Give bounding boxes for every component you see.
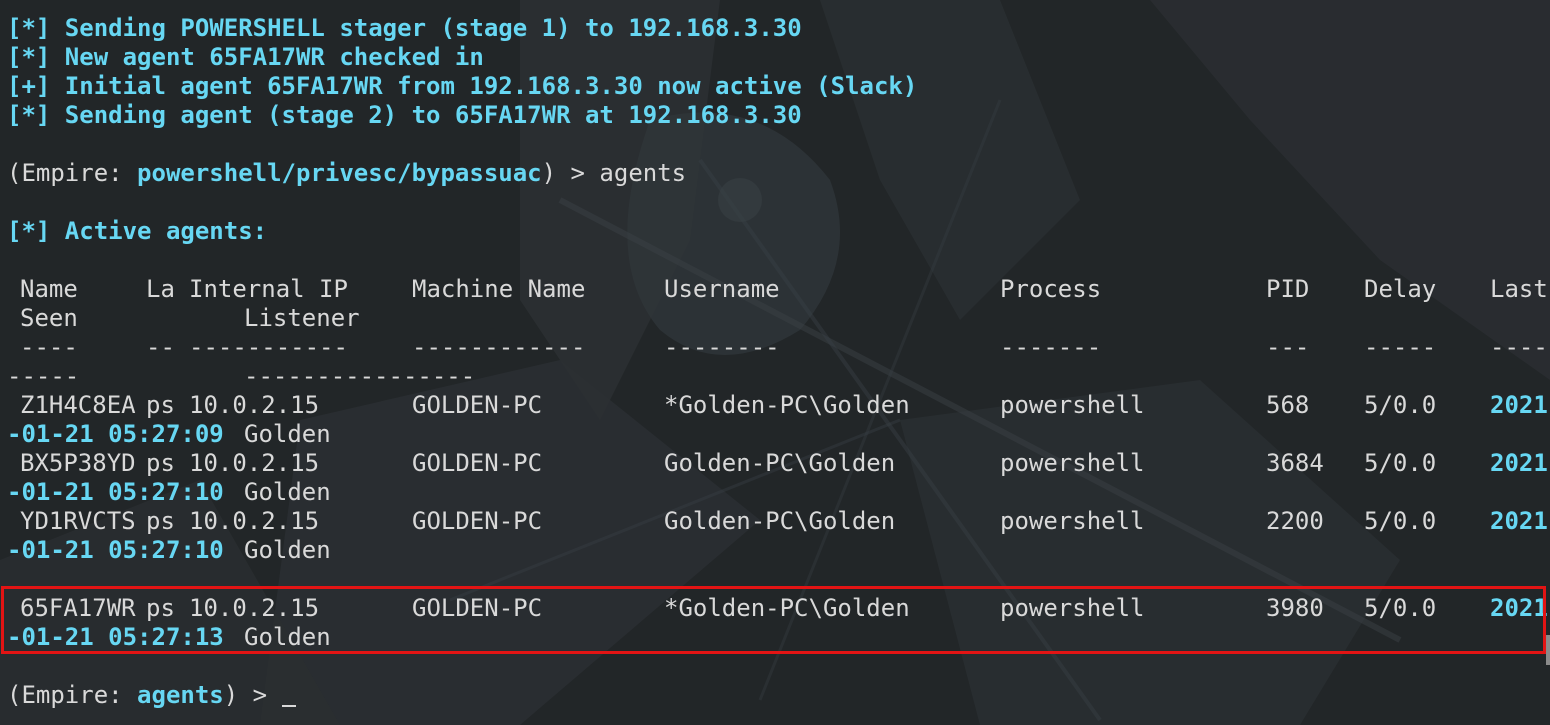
agent-delay: 5/0.0	[1364, 391, 1437, 419]
agent-machine-name: GOLDEN-PC	[412, 449, 543, 477]
col-header-name: Name	[20, 275, 78, 303]
table-header-row-wrap: Seen Listener	[7, 304, 1547, 333]
agent-internal-ip: 10.0.2.15	[189, 507, 320, 535]
prompt-suffix: ) >	[541, 159, 600, 187]
table-row-wrap: -01-21 05:27:09 Golden	[7, 420, 1547, 449]
agent-name: YD1RVCTS	[20, 507, 136, 535]
prompt-prefix: (Empire:	[7, 681, 138, 709]
col-header-internal-ip: Internal IP	[189, 275, 348, 303]
agent-name: Z1H4C8EA	[20, 391, 136, 419]
agent-last-seen-year: 2021	[1490, 449, 1548, 477]
agent-username: Golden-PC\Golden	[664, 507, 896, 535]
agent-name: BX5P38YD	[20, 449, 136, 477]
col-header-last: Last	[1490, 275, 1548, 303]
prompt-prefix: (Empire:	[7, 159, 138, 187]
col-header-la: La	[146, 275, 175, 303]
agent-username: Golden-PC\Golden	[664, 449, 896, 477]
table-row-wrap: -01-21 05:27:10 Golden	[7, 478, 1547, 507]
active-agents-header: [*] Active agents:	[7, 217, 268, 245]
table-row[interactable]: BX5P38YD ps 10.0.2.15 GOLDEN-PC Golden-P…	[7, 449, 1548, 478]
separator-username: --------	[664, 333, 780, 361]
agent-username: *Golden-PC\Golden	[664, 391, 910, 419]
agent-last-seen-year: 2021	[1490, 391, 1548, 419]
col-header-process: Process	[1000, 275, 1102, 303]
agent-language: ps	[146, 507, 175, 535]
log-line: [*] Sending POWERSHELL stager (stage 1) …	[7, 14, 802, 42]
agent-last-seen-datetime: -01-21 05:27:09	[7, 420, 224, 448]
separator-internal-ip: -----------	[189, 333, 348, 361]
agent-process: powershell	[1000, 391, 1145, 419]
agent-process: powershell	[1000, 507, 1145, 535]
agent-last-seen-year: 2021	[1490, 507, 1548, 535]
separator-machine-name: ------------	[412, 333, 586, 361]
agent-listener: Golden	[244, 420, 331, 448]
separator-name: ----	[20, 333, 78, 361]
col-header-username: Username	[664, 275, 780, 303]
text-cursor	[281, 683, 296, 707]
prompt-command: agents	[599, 159, 687, 187]
agent-pid: 568	[1266, 391, 1310, 419]
separator-listener: ----------------	[244, 362, 476, 390]
separator-pid: ---	[1266, 333, 1310, 361]
separator-la: --	[146, 333, 175, 361]
prompt-line: (Empire: powershell/privesc/bypassuac) >…	[7, 159, 1547, 188]
col-header-machine-name: Machine Name	[412, 275, 586, 303]
prompt-module: powershell/privesc/bypassuac	[137, 159, 542, 187]
col-header-pid: PID	[1266, 275, 1310, 303]
agent-last-seen-datetime: -01-21 05:27:10	[7, 536, 224, 564]
scrollbar-thumb[interactable]	[1546, 635, 1550, 665]
command-prompt[interactable]: (Empire: agents) >	[7, 681, 1547, 710]
scrollbar[interactable]	[1546, 0, 1550, 725]
agent-delay: 5/0.0	[1364, 449, 1437, 477]
agent-internal-ip: 10.0.2.15	[189, 391, 320, 419]
agent-delay: 5/0.0	[1364, 507, 1437, 535]
agent-internal-ip: 10.0.2.15	[189, 449, 320, 477]
log-line: [+] Initial agent 65FA17WR from 192.168.…	[7, 72, 918, 100]
agent-process: powershell	[1000, 449, 1145, 477]
highlight-box	[1, 586, 1546, 654]
col-header-delay: Delay	[1364, 275, 1437, 303]
agent-pid: 3684	[1266, 449, 1324, 477]
table-row-wrap: -01-21 05:27:10 Golden	[7, 536, 1547, 565]
log-line: [*] New agent 65FA17WR checked in	[7, 43, 484, 71]
col-header-listener: Listener	[244, 304, 360, 332]
separator-seen: -----	[7, 362, 80, 390]
separator-process: -------	[1000, 333, 1102, 361]
table-row[interactable]: YD1RVCTS ps 10.0.2.15 GOLDEN-PC Golden-P…	[7, 507, 1548, 536]
separator-last: ----	[1490, 333, 1548, 361]
agent-pid: 2200	[1266, 507, 1324, 535]
agent-listener: Golden	[244, 478, 331, 506]
separator-delay: -----	[1364, 333, 1437, 361]
col-header-seen: Seen	[20, 304, 78, 332]
table-separator-row-wrap: ----- ----------------	[7, 362, 1547, 391]
prompt-suffix: ) >	[223, 681, 282, 709]
log-line: [*] Sending agent (stage 2) to 65FA17WR …	[7, 101, 802, 129]
table-row[interactable]: Z1H4C8EA ps 10.0.2.15 GOLDEN-PC *Golden-…	[7, 391, 1548, 420]
agent-machine-name: GOLDEN-PC	[412, 507, 543, 535]
prompt-module: agents	[137, 681, 224, 709]
agent-last-seen-datetime: -01-21 05:27:10	[7, 478, 224, 506]
table-header-row: Name La Internal IP Machine Name Usernam…	[7, 275, 1548, 304]
table-separator-row: ---- -- ----------- ------------ -------…	[7, 333, 1548, 362]
agent-listener: Golden	[244, 536, 331, 564]
agent-language: ps	[146, 449, 175, 477]
agent-machine-name: GOLDEN-PC	[412, 391, 543, 419]
agent-language: ps	[146, 391, 175, 419]
